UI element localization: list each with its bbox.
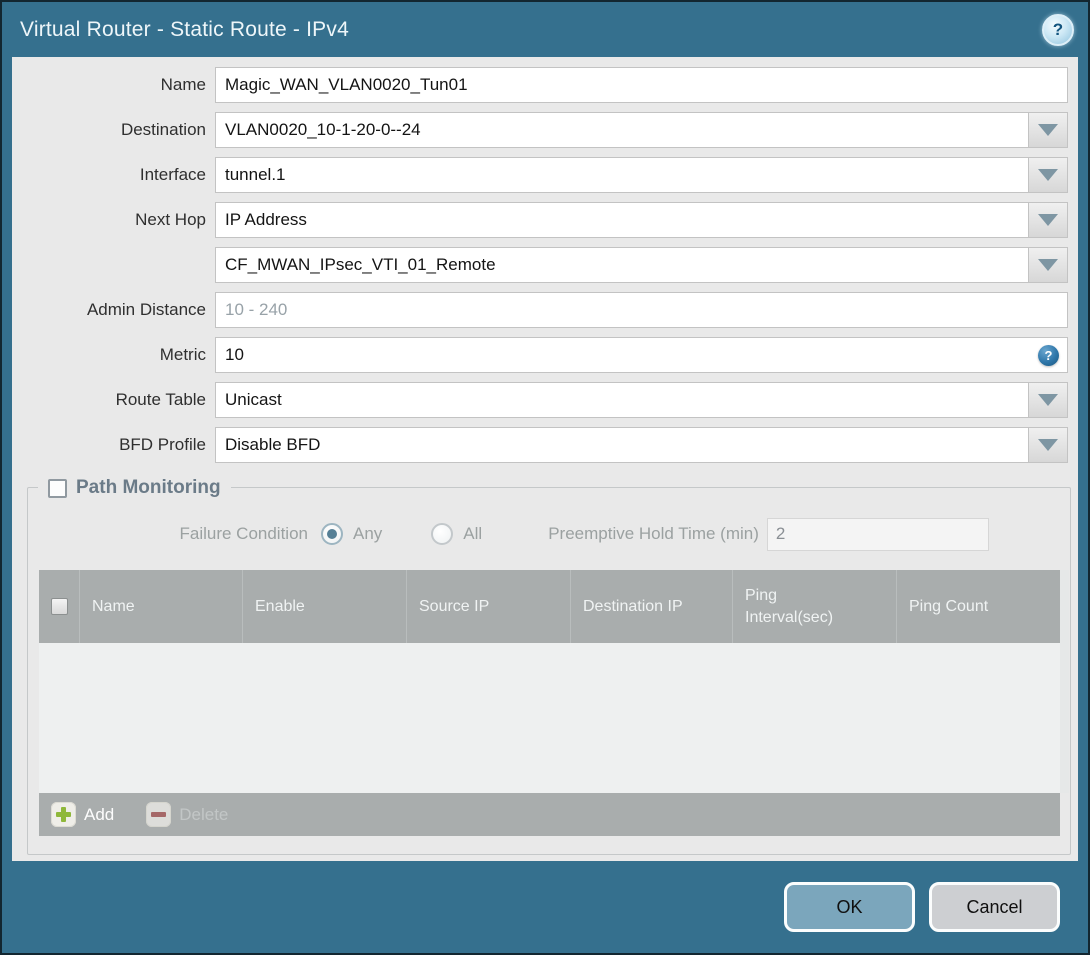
name-row: Name	[12, 67, 1078, 103]
table-scrollbar-track[interactable]	[1060, 570, 1069, 793]
column-header-ping-interval[interactable]: Ping Interval(sec)	[732, 570, 896, 643]
chevron-down-icon	[1038, 259, 1058, 271]
failure-condition-row: Failure Condition Any All Preemptive Hol…	[28, 516, 1070, 552]
chevron-down-icon	[1038, 214, 1058, 226]
column-header-source-ip[interactable]: Source IP	[406, 570, 570, 643]
route-table-dropdown-button[interactable]	[1028, 383, 1067, 417]
destination-input[interactable]	[216, 113, 1028, 147]
static-route-dialog: Virtual Router - Static Route - IPv4 ? N…	[0, 0, 1090, 955]
route-table-field	[215, 382, 1068, 418]
dialog-title: Virtual Router - Static Route - IPv4	[20, 17, 349, 41]
column-header-name[interactable]: Name	[79, 570, 242, 643]
select-all-checkbox[interactable]	[50, 598, 68, 615]
name-field	[215, 67, 1068, 103]
interface-row: Interface	[12, 157, 1078, 193]
name-input[interactable]	[216, 68, 1067, 102]
table-header-select-cell	[39, 570, 79, 643]
failure-condition-all-label: All	[463, 524, 483, 543]
route-table-label: Route Table	[115, 390, 206, 409]
metric-input[interactable]	[216, 338, 1067, 372]
dialog-content: Name Destination Interface	[12, 57, 1078, 861]
admin-distance-row: Admin Distance	[12, 292, 1078, 328]
next-hop-type-field	[215, 202, 1068, 238]
failure-condition-all-radio[interactable]	[431, 523, 454, 545]
table-body-empty	[39, 643, 1060, 793]
name-label: Name	[160, 75, 206, 94]
next-hop-address-dropdown-button[interactable]	[1028, 248, 1067, 282]
plus-icon	[51, 802, 76, 827]
path-monitoring-section: Path Monitoring Failure Condition Any Al…	[27, 474, 1071, 855]
interface-input[interactable]	[216, 158, 1028, 192]
dialog-footer: OK Cancel	[2, 861, 1088, 953]
next-hop-address-label	[12, 247, 215, 283]
failure-condition-any-label: Any	[353, 524, 383, 543]
bfd-profile-dropdown-button[interactable]	[1028, 428, 1067, 462]
chevron-down-icon	[1038, 394, 1058, 406]
minus-icon	[146, 802, 172, 827]
next-hop-address-input[interactable]	[216, 248, 1028, 282]
route-table-input[interactable]	[216, 383, 1028, 417]
destination-field	[215, 112, 1068, 148]
metric-label: Metric	[159, 345, 206, 364]
ok-button[interactable]: OK	[784, 882, 915, 932]
add-button-label: Add	[84, 804, 115, 824]
next-hop-address-row	[12, 247, 1078, 283]
add-button[interactable]: Add	[51, 802, 114, 827]
column-header-destination-ip[interactable]: Destination IP	[570, 570, 732, 643]
destination-dropdown-button[interactable]	[1028, 113, 1067, 147]
path-monitoring-checkbox[interactable]	[48, 478, 67, 498]
interface-dropdown-button[interactable]	[1028, 158, 1067, 192]
failure-condition-any-radio[interactable]	[321, 523, 343, 545]
next-hop-label: Next Hop	[135, 210, 206, 229]
admin-distance-field	[215, 292, 1068, 328]
next-hop-type-input[interactable]	[216, 203, 1028, 237]
table-header-row: Name Enable Source IP Destination IP Pin…	[39, 570, 1060, 643]
chevron-down-icon	[1038, 124, 1058, 136]
cancel-button[interactable]: Cancel	[929, 882, 1060, 932]
metric-row: Metric ?	[12, 337, 1078, 373]
help-icon[interactable]: ?	[1042, 13, 1074, 46]
path-monitoring-title: Path Monitoring	[76, 477, 221, 498]
destination-row: Destination	[12, 112, 1078, 148]
interface-label: Interface	[139, 165, 206, 184]
delete-button-label: Delete	[179, 804, 229, 824]
next-hop-type-dropdown-button[interactable]	[1028, 203, 1067, 237]
preemptive-hold-time-label: Preemptive Hold Time (min)	[548, 524, 759, 543]
next-hop-address-field	[215, 247, 1068, 283]
info-icon[interactable]: ?	[1038, 345, 1059, 366]
bfd-profile-input[interactable]	[216, 428, 1028, 462]
path-monitoring-table: Name Enable Source IP Destination IP Pin…	[39, 570, 1069, 836]
failure-condition-label: Failure Condition	[179, 524, 308, 543]
preemptive-hold-time-input[interactable]	[766, 517, 989, 551]
admin-distance-input[interactable]	[216, 293, 1067, 327]
chevron-down-icon	[1038, 439, 1058, 451]
metric-field: ?	[215, 337, 1068, 373]
bfd-profile-field	[215, 427, 1068, 463]
destination-label: Destination	[120, 120, 206, 139]
bfd-profile-row: BFD Profile	[12, 427, 1078, 463]
admin-distance-label: Admin Distance	[86, 300, 206, 319]
path-monitoring-legend: Path Monitoring	[38, 474, 231, 502]
column-header-enable[interactable]: Enable	[242, 570, 406, 643]
chevron-down-icon	[1038, 169, 1058, 181]
delete-button[interactable]: Delete	[146, 802, 228, 827]
interface-field	[215, 157, 1068, 193]
table-footer-bar: Add Delete	[39, 793, 1060, 836]
bfd-profile-label: BFD Profile	[119, 435, 206, 454]
dialog-titlebar: Virtual Router - Static Route - IPv4 ?	[2, 2, 1088, 57]
column-header-ping-count[interactable]: Ping Count	[896, 570, 1060, 643]
route-table-row: Route Table	[12, 382, 1078, 418]
next-hop-row: Next Hop	[12, 202, 1078, 238]
